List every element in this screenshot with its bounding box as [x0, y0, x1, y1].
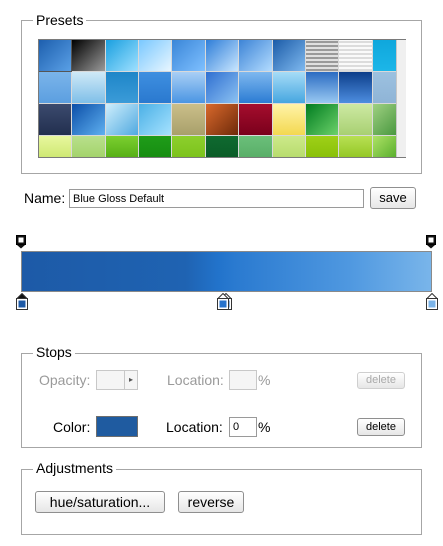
color-swatch-well[interactable] [96, 416, 138, 437]
preset-swatch[interactable] [205, 104, 239, 135]
preset-swatch[interactable] [272, 104, 305, 135]
name-label: Name: [24, 190, 66, 206]
preset-swatch[interactable] [139, 72, 172, 103]
opacity-label: Opacity: [39, 372, 91, 388]
opacity-stepper[interactable]: ▸ [96, 370, 138, 390]
preset-swatch[interactable] [72, 72, 105, 103]
opacity-location-input[interactable] [229, 370, 257, 390]
preset-swatch[interactable] [172, 104, 205, 135]
gradient-name-input[interactable] [69, 189, 364, 208]
presets-legend: Presets [33, 12, 87, 28]
preset-swatch[interactable] [105, 40, 139, 71]
preset-swatch[interactable] [39, 136, 72, 157]
color-percent-sign: % [258, 419, 271, 435]
adjustments-legend: Adjustments [33, 460, 117, 476]
preset-swatch[interactable] [39, 104, 72, 135]
color-stop-handle[interactable] [425, 292, 439, 315]
preset-swatch[interactable] [72, 40, 105, 71]
preset-swatch[interactable] [305, 72, 339, 103]
preset-swatch[interactable] [339, 40, 372, 71]
preset-swatch[interactable] [239, 104, 272, 135]
preset-swatch[interactable] [239, 136, 272, 157]
preset-swatch[interactable] [205, 72, 239, 103]
preset-swatch[interactable] [239, 72, 272, 103]
preset-swatch[interactable] [172, 40, 205, 71]
color-location-input[interactable] [229, 417, 257, 437]
preset-swatch[interactable] [72, 104, 105, 135]
preset-swatch[interactable] [72, 136, 105, 157]
preset-swatch[interactable] [305, 40, 339, 71]
preset-swatch[interactable] [339, 104, 372, 135]
preset-swatch[interactable] [339, 72, 372, 103]
preset-swatch[interactable] [139, 136, 172, 157]
gradient-preview-bar[interactable] [21, 251, 432, 292]
preset-swatch[interactable] [172, 136, 205, 157]
preset-swatch[interactable] [272, 72, 305, 103]
opacity-delete-button[interactable]: delete [357, 372, 405, 389]
preset-scrollbar[interactable] [396, 40, 406, 157]
preset-swatch[interactable] [272, 136, 305, 157]
preset-swatch[interactable] [205, 40, 239, 71]
preset-swatch[interactable] [305, 136, 339, 157]
preset-swatch[interactable] [339, 136, 372, 157]
preset-swatch[interactable] [139, 104, 172, 135]
hue-saturation-button[interactable]: hue/saturation... [35, 491, 165, 513]
reverse-button[interactable]: reverse [178, 491, 244, 513]
preset-swatch[interactable] [205, 136, 239, 157]
color-stop-handle[interactable] [15, 292, 29, 315]
color-label: Color: [53, 419, 91, 435]
preset-swatch[interactable] [105, 72, 139, 103]
color-location-label: Location: [166, 419, 223, 435]
color-delete-button[interactable]: delete [357, 418, 405, 436]
preset-swatch[interactable] [239, 40, 272, 71]
preset-swatch[interactable] [139, 40, 172, 71]
preset-swatch[interactable] [105, 104, 139, 135]
opacity-location-label: Location: [167, 372, 224, 388]
stops-legend: Stops [33, 344, 75, 360]
preset-swatch[interactable] [39, 40, 73, 72]
color-stop-handle[interactable] [216, 292, 230, 315]
preset-swatch[interactable] [272, 40, 305, 71]
opacity-percent-sign: % [258, 372, 271, 388]
save-button[interactable]: save [370, 187, 416, 209]
preset-swatch[interactable] [172, 72, 205, 103]
preset-swatch-grid [38, 39, 406, 158]
preset-swatch[interactable] [305, 104, 339, 135]
opacity-stepper-arrow-icon: ▸ [124, 371, 137, 389]
preset-swatch[interactable] [105, 136, 139, 157]
preset-swatch[interactable] [39, 72, 72, 103]
